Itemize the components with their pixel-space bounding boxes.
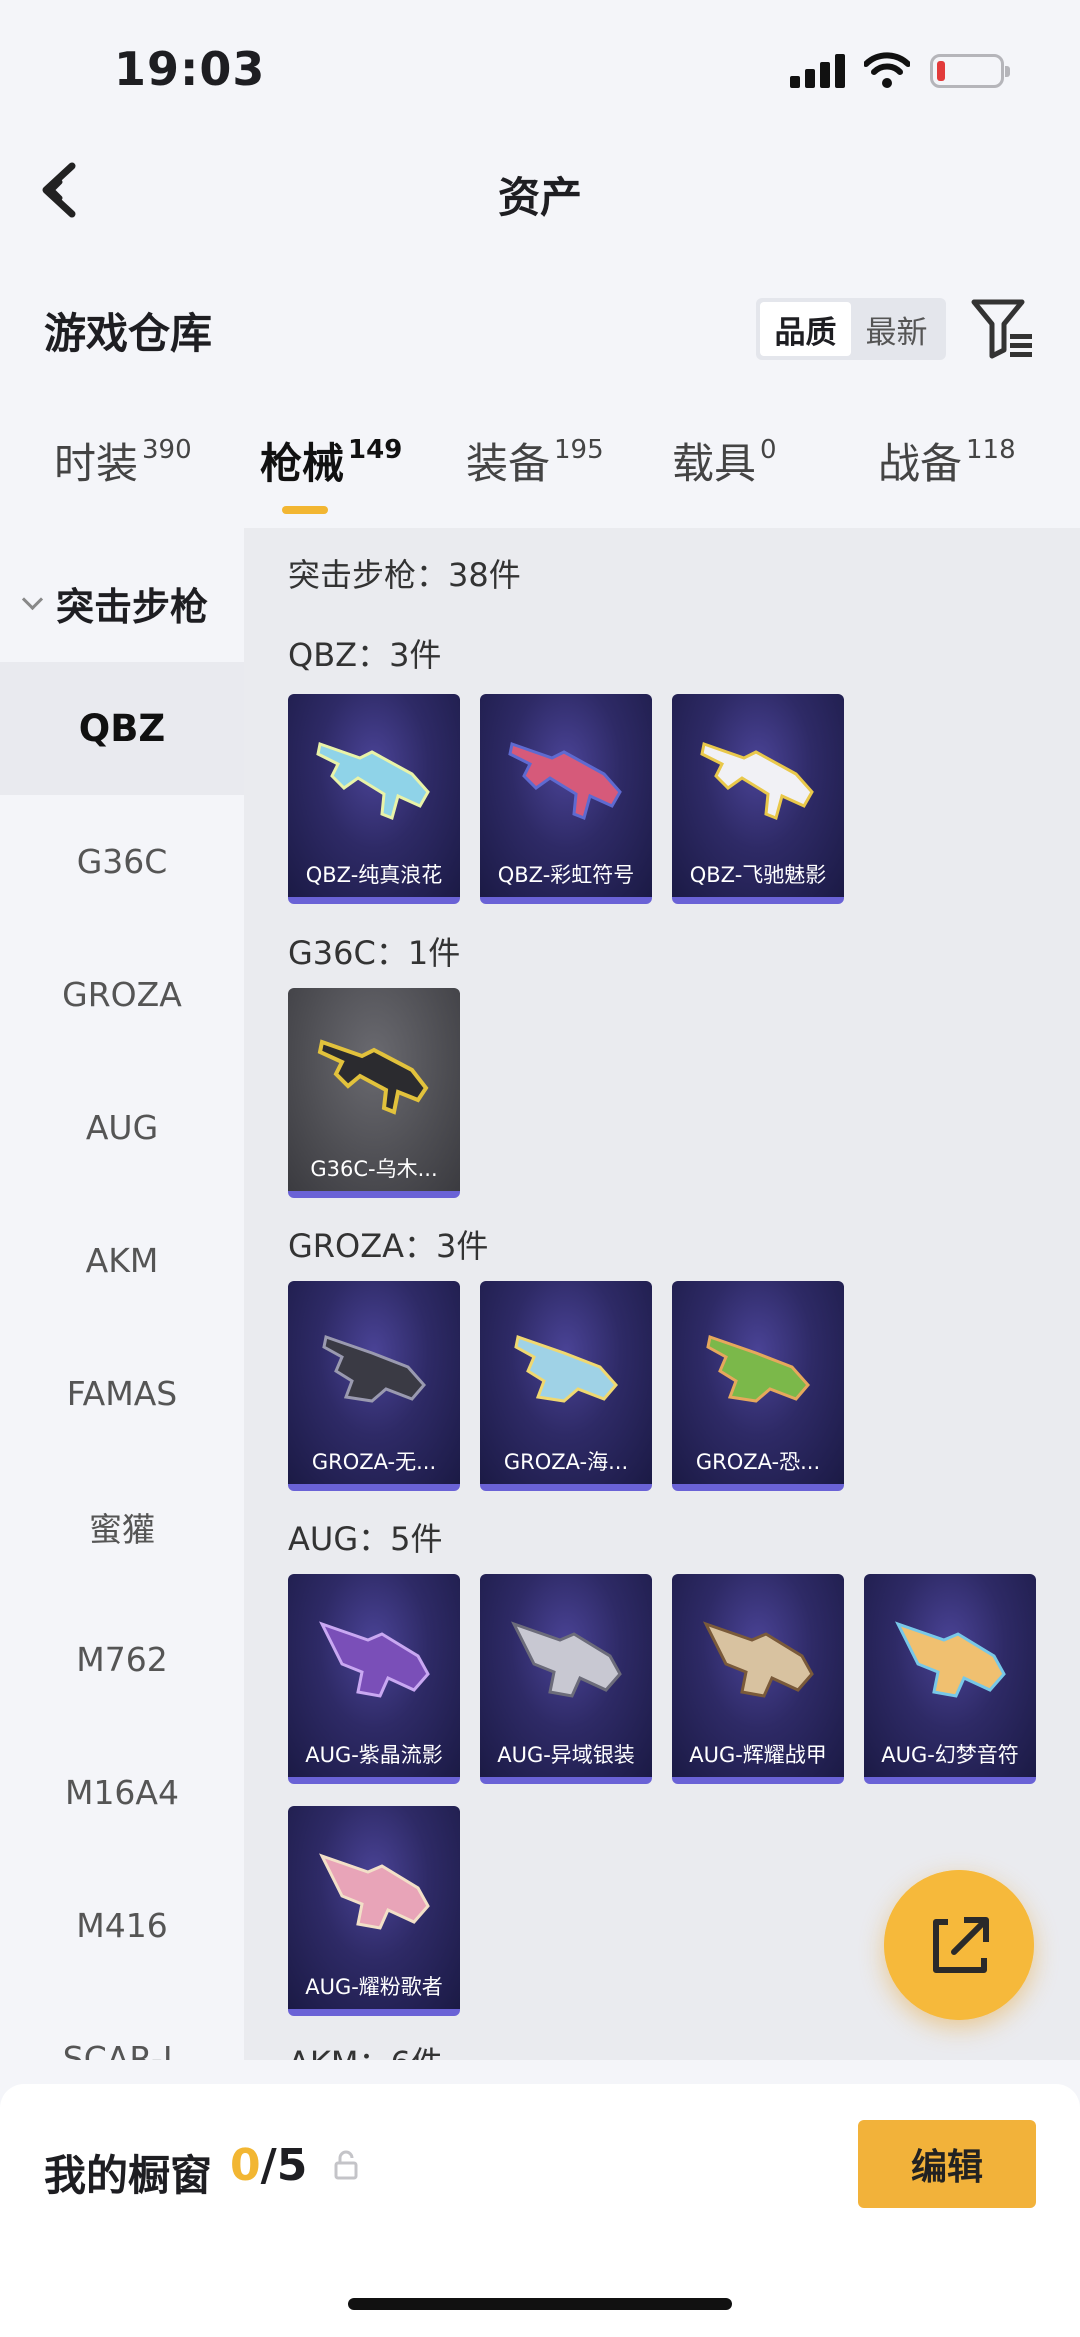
rifle-icon [508, 742, 622, 821]
skin-card-label: GROZA-无... [311, 1450, 437, 1474]
tab-equipment[interactable]: 装备 195 [466, 430, 604, 491]
page-title: 资产 [497, 173, 582, 222]
rifle-icon [319, 1853, 430, 1930]
sidebar-item-g36c[interactable]: G36C [0, 795, 244, 928]
skin-card-label: GROZA-海... [503, 1450, 629, 1474]
sidebar-item-m416[interactable]: M416 [0, 1859, 244, 1992]
sidebar-item-qbz[interactable]: QBZ [0, 662, 244, 795]
skin-card-label: AUG-异域银装 [497, 1743, 635, 1767]
skin-card[interactable]: GROZA-海... [480, 1281, 652, 1491]
showcase-label: 我的橱窗 [44, 2151, 213, 2200]
skin-card-label: QBZ-彩虹符号 [497, 863, 635, 887]
tab-guns[interactable]: 枪械 149 [260, 430, 402, 491]
skin-card-label: AUG-紫晶流影 [305, 1743, 443, 1767]
category-total-count: 突击步枪：38件 [288, 556, 521, 594]
skin-card[interactable]: G36C-乌木... [288, 988, 460, 1198]
skin-card[interactable]: AUG-异域银装 [480, 1574, 652, 1784]
skin-card[interactable]: GROZA-恐... [672, 1281, 844, 1491]
home-indicator [348, 2298, 732, 2310]
sidebar-item-akm[interactable]: AKM [0, 1194, 244, 1327]
battery-icon [930, 54, 1010, 88]
skin-card[interactable]: QBZ-纯真浪花 [288, 694, 460, 904]
sidebar-item-scar-l[interactable]: SCAR-L [0, 1992, 244, 2060]
skin-card-label: GROZA-恐... [695, 1450, 821, 1474]
rifle-icon [322, 1335, 426, 1403]
category-tabs: 时装 390 枪械 149 装备 195 载具 0 战备 118 [0, 430, 1080, 530]
tab-fashion[interactable]: 时装 390 [54, 430, 192, 491]
tab-vehicles[interactable]: 载具 0 [672, 430, 777, 491]
sort-quality-button[interactable]: 品质 [760, 302, 851, 356]
rifle-icon [895, 1621, 1006, 1698]
rifle-icon [703, 1621, 814, 1698]
skin-card-label: AUG-幻梦音符 [881, 1743, 1019, 1767]
sidebar-category-label: 突击步枪 [56, 584, 209, 629]
weapon-sidebar: 突击步枪 QBZ G36C GROZA AUG AKM FAMAS 蜜獾 M76… [0, 528, 244, 2060]
skin-card-label: G36C-乌木... [310, 1157, 438, 1181]
showcase-count: 0/5 [230, 2140, 308, 2191]
rifle-icon [514, 1335, 618, 1403]
skin-card-label: QBZ-飞驰魅影 [689, 863, 827, 887]
sidebar-item-aug[interactable]: AUG [0, 1061, 244, 1194]
rifle-icon [316, 742, 430, 821]
rifle-icon [319, 1621, 430, 1698]
signal-icon [790, 54, 846, 88]
sort-toggle: 品质 最新 [756, 298, 946, 360]
skin-card[interactable]: QBZ-彩虹符号 [480, 694, 652, 904]
filter-icon[interactable] [970, 298, 1034, 360]
chevron-down-icon [22, 592, 44, 614]
rifle-icon [317, 1039, 429, 1115]
group-label-qbz: QBZ：3件 [288, 636, 442, 674]
warehouse-title: 游戏仓库 [44, 309, 213, 358]
skin-card[interactable]: AUG-耀粉歌者 [288, 1806, 460, 2016]
skin-card-label: AUG-辉耀战甲 [689, 1743, 827, 1767]
skin-card[interactable]: QBZ-飞驰魅影 [672, 694, 844, 904]
sidebar-item-groza[interactable]: GROZA [0, 928, 244, 1061]
sort-latest-button[interactable]: 最新 [851, 302, 942, 356]
sidebar-item-honey-badger[interactable]: 蜜獾 [0, 1460, 244, 1593]
weapon-grid-panel: 突击步枪：38件 QBZ：3件 QBZ-纯真浪花 QBZ-彩虹符号 QBZ-飞驰… [244, 528, 1080, 2060]
group-label-groza: GROZA：3件 [288, 1227, 489, 1265]
skin-card-label: QBZ-纯真浪花 [305, 863, 443, 887]
group-label-akm: AKM：6件 [288, 2038, 443, 2060]
rifle-icon [700, 742, 814, 821]
skin-card[interactable]: GROZA-无... [288, 1281, 460, 1491]
sidebar-item-famas[interactable]: FAMAS [0, 1327, 244, 1460]
wifi-icon [864, 52, 910, 88]
sidebar-category-header[interactable]: 突击步枪 [0, 568, 244, 638]
edit-button[interactable]: 编辑 [858, 2120, 1036, 2208]
group-label-g36c: G36C：1件 [288, 934, 461, 972]
rifle-icon [706, 1335, 810, 1403]
sidebar-item-m16a4[interactable]: M16A4 [0, 1726, 244, 1859]
skin-card-label: AUG-耀粉歌者 [305, 1975, 443, 1999]
rifle-icon [511, 1621, 622, 1698]
tab-supplies[interactable]: 战备 118 [878, 430, 1016, 491]
skin-card[interactable]: AUG-幻梦音符 [864, 1574, 1036, 1784]
skin-card[interactable]: AUG-辉耀战甲 [672, 1574, 844, 1784]
share-button[interactable] [884, 1870, 1034, 2020]
tab-active-indicator [282, 506, 328, 514]
status-bar: 19:03 [0, 0, 1080, 130]
group-label-aug: AUG：5件 [288, 1520, 443, 1558]
sidebar-item-m762[interactable]: M762 [0, 1593, 244, 1726]
lock-icon [334, 2150, 358, 2180]
skin-card[interactable]: AUG-紫晶流影 [288, 1574, 460, 1784]
status-time: 19:03 [114, 42, 266, 96]
